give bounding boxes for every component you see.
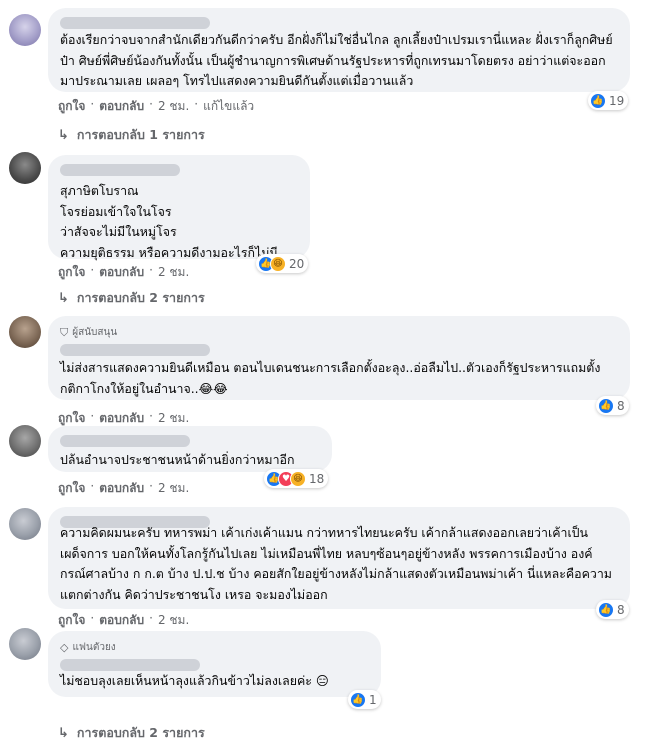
comment-bubble: ปล้นอำนาจประชาชนหน้าด้านยิ่งกว่าหมาอีก: [48, 426, 332, 472]
reply-button[interactable]: ตอบกลับ: [99, 479, 144, 498]
reply-arrow-icon: ↳: [58, 127, 69, 143]
avatar[interactable]: [9, 316, 41, 348]
haha-icon: 😆: [270, 255, 286, 272]
like-button[interactable]: ถูกใจ: [58, 263, 85, 282]
comment-text: ไม่ชอบลุงเลยเห็นหน้าลุงแล้วกินข้าวไม่ลงเ…: [60, 673, 329, 688]
reaction-summary[interactable]: 👍 ♥ 😆 18: [264, 469, 329, 488]
author-name-redacted[interactable]: [60, 17, 210, 29]
reply-button[interactable]: ตอบกลับ: [99, 263, 144, 282]
reaction-count: 19: [609, 93, 625, 108]
comment-bubble: ความคิดผมนะครับ ทหารพม่า เค้าเก่งเค้าแมน…: [48, 507, 630, 609]
timestamp[interactable]: 2 ชม.: [158, 263, 189, 282]
like-icon: 👍: [350, 691, 366, 708]
comment-bubble: ⛉ ผู้สนับสนุน ไม่ส่งสารแสดงความยินดีเหมื…: [48, 316, 630, 400]
separator: ·: [149, 611, 153, 625]
avatar[interactable]: [9, 508, 41, 540]
badge-row: ◇ แฟนตัวยง: [60, 640, 369, 655]
timestamp[interactable]: 2 ชม.: [158, 97, 189, 116]
comment-bubble: ต้องเรียกว่าจบจากสำนักเดียวกันดีกว่าครับ…: [48, 8, 630, 92]
reaction-summary[interactable]: 👍 19: [588, 91, 629, 110]
view-replies-link[interactable]: ↳ การตอบกลับ 2 รายการ: [58, 288, 205, 308]
supporter-shield-icon: ⛉: [60, 325, 69, 339]
view-replies-link[interactable]: ↳ การตอบกลับ 1 รายการ: [58, 125, 205, 145]
avatar[interactable]: [9, 628, 41, 660]
avatar[interactable]: [9, 14, 41, 46]
reaction-summary[interactable]: 👍 😆 20: [256, 254, 309, 273]
author-name-redacted[interactable]: [60, 435, 190, 447]
haha-icon: 😆: [290, 470, 306, 487]
replies-label: การตอบกลับ 2 รายการ: [76, 725, 205, 740]
reaction-count: 8: [617, 602, 625, 617]
comment-text: สุภาษิตโบราณ โจรย่อมเข้าใจในโจร ว่าสัจจะ…: [60, 183, 278, 260]
comment-actions: ถูกใจ · ตอบกลับ · 2 ชม.: [58, 479, 189, 498]
separator: ·: [149, 263, 153, 277]
comment-text: ความคิดผมนะครับ ทหารพม่า เค้าเก่งเค้าแมน…: [60, 525, 612, 602]
view-replies-link[interactable]: ↳ การตอบกลับ 2 รายการ: [58, 723, 205, 743]
avatar[interactable]: [9, 425, 41, 457]
author-name-redacted[interactable]: [60, 659, 200, 671]
comment-actions: ถูกใจ · ตอบกลับ · 2 ชม. · แก้ไขแล้ว: [58, 97, 254, 116]
reaction-count: 1: [369, 692, 377, 707]
comment-text: ปล้นอำนาจประชาชนหน้าด้านยิ่งกว่าหมาอีก: [60, 452, 295, 467]
diamond-badge-icon: ◇: [60, 641, 69, 654]
like-button[interactable]: ถูกใจ: [58, 611, 85, 630]
like-button[interactable]: ถูกใจ: [58, 97, 85, 116]
comment-text: ไม่ส่งสารแสดงความยินดีเหมือน ตอนไบเดนชนะ…: [60, 360, 601, 396]
comment-actions: ถูกใจ · ตอบกลับ · 2 ชม.: [58, 611, 189, 630]
comment-bubble: สุภาษิตโบราณ โจรย่อมเข้าใจในโจร ว่าสัจจะ…: [48, 155, 310, 260]
replies-label: การตอบกลับ 2 รายการ: [76, 290, 205, 305]
like-icon: 👍: [598, 397, 614, 414]
badge-row: ⛉ ผู้สนับสนุน: [60, 325, 618, 340]
reaction-count: 8: [617, 398, 625, 413]
badge-label: แฟนตัวยง: [72, 642, 116, 653]
separator: ·: [149, 97, 153, 111]
separator: ·: [194, 97, 199, 111]
separator: ·: [149, 479, 153, 493]
reply-arrow-icon: ↳: [58, 725, 69, 741]
reaction-count: 18: [309, 471, 325, 486]
comment-actions: ถูกใจ · ตอบกลับ · 2 ชม.: [58, 263, 189, 282]
replies-label: การตอบกลับ 1 รายการ: [76, 127, 205, 142]
reply-button[interactable]: ตอบกลับ: [99, 97, 144, 116]
like-button[interactable]: ถูกใจ: [58, 479, 85, 498]
reaction-count: 20: [289, 256, 305, 271]
reply-arrow-icon: ↳: [58, 290, 69, 306]
author-name-redacted[interactable]: [60, 344, 210, 356]
badge-label: ผู้สนับสนุน: [72, 327, 118, 338]
separator: ·: [90, 479, 95, 493]
reaction-summary[interactable]: 👍 8: [596, 600, 629, 619]
reply-button[interactable]: ตอบกลับ: [99, 611, 144, 630]
timestamp[interactable]: 2 ชม.: [158, 479, 189, 498]
edited-label[interactable]: แก้ไขแล้ว: [203, 97, 254, 116]
like-icon: 👍: [590, 92, 606, 109]
author-name-redacted[interactable]: [60, 164, 180, 176]
like-icon: 👍: [598, 601, 614, 618]
reaction-summary[interactable]: 👍 8: [596, 396, 629, 415]
reaction-summary[interactable]: 👍 1: [348, 690, 381, 709]
separator: ·: [90, 263, 95, 277]
separator: ·: [90, 611, 95, 625]
avatar[interactable]: [9, 152, 41, 184]
timestamp[interactable]: 2 ชม.: [158, 611, 189, 630]
comment-bubble: ◇ แฟนตัวยง ไม่ชอบลุงเลยเห็นหน้าลุงแล้วกิ…: [48, 631, 381, 697]
comment-text: ต้องเรียกว่าจบจากสำนักเดียวกันดีกว่าครับ…: [60, 32, 613, 88]
separator: ·: [90, 97, 95, 111]
